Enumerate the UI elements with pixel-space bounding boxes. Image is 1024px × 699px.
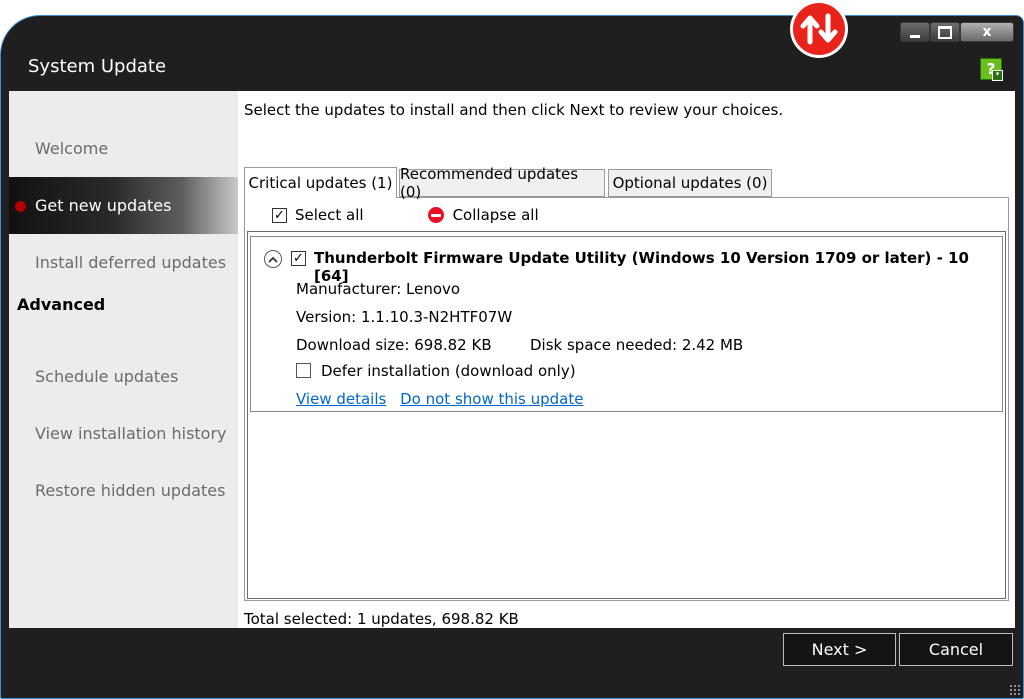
maximize-button[interactable] [930,22,960,42]
sidebar-item-schedule-updates[interactable]: Schedule updates [9,348,238,405]
view-details-link[interactable]: View details [296,390,386,408]
main-content: Select the updates to install and then c… [238,91,1015,628]
tab-critical-updates[interactable]: Critical updates (1) [244,167,397,198]
sidebar-item-welcome[interactable]: Welcome [9,120,238,177]
collapse-all-icon[interactable] [427,207,444,223]
tab-recommended-updates[interactable]: Recommended updates (0) [399,165,605,201]
close-button[interactable]: x [960,22,1014,42]
update-links: View details Do not show this update [296,390,583,408]
chevron-up-icon[interactable] [264,250,282,268]
minimize-icon [910,34,920,38]
update-disk-space: Disk space needed: 2.42 MB [530,336,744,354]
select-all-checkbox[interactable]: ✓ [272,207,287,223]
total-selected-text: Total selected: 1 updates, 698.82 KB [244,610,519,628]
collapse-all-label[interactable]: Collapse all [453,206,539,224]
tab-optional-updates[interactable]: Optional updates (0) [608,169,772,197]
sidebar-item-view-installation-history[interactable]: View installation history [9,405,238,462]
cancel-button[interactable]: Cancel [899,633,1013,666]
update-manufacturer: Manufacturer: Lenovo [296,280,461,298]
sidebar-item-install-deferred-updates[interactable]: Install deferred updates [9,234,238,291]
do-not-show-update-link[interactable]: Do not show this update [400,390,583,408]
next-button[interactable]: Next > [783,633,896,666]
update-notifier-icon[interactable] [790,0,848,58]
resize-grip[interactable] [1009,684,1021,696]
help-icon[interactable]: ? ▾ [980,58,1003,81]
sidebar-nav: Welcome Get new updates Install deferred… [9,91,238,628]
update-select-checkbox[interactable]: ✓ [291,251,306,266]
app-title: System Update [28,56,167,77]
defer-installation-label[interactable]: Defer installation (download only) [321,362,576,380]
update-version: Version: 1.1.10.3-N2HTF07W [296,308,513,326]
minimize-button[interactable] [900,22,930,42]
update-item: ✓ Thunderbolt Firmware Update Utility (W… [250,236,1003,412]
sidebar-item-get-new-updates[interactable]: Get new updates [9,177,238,234]
active-indicator-dot [15,201,26,212]
defer-installation-checkbox[interactable] [296,363,311,378]
sidebar-item-restore-hidden-updates[interactable]: Restore hidden updates [9,462,238,519]
sidebar-section-advanced: Advanced [17,295,106,314]
maximize-icon [938,25,952,39]
update-download-size: Download size: 698.82 KB [296,336,492,354]
updates-list: ✓ Thunderbolt Firmware Update Utility (W… [247,231,1006,599]
selection-toolbar: ✓ Select all Collapse all [272,206,539,224]
close-icon: x [982,24,992,40]
select-all-label[interactable]: Select all [295,206,364,224]
instructions-text: Select the updates to install and then c… [244,101,784,119]
system-update-window: x System Update ? ▾ Welcome Get new upda… [0,15,1024,699]
